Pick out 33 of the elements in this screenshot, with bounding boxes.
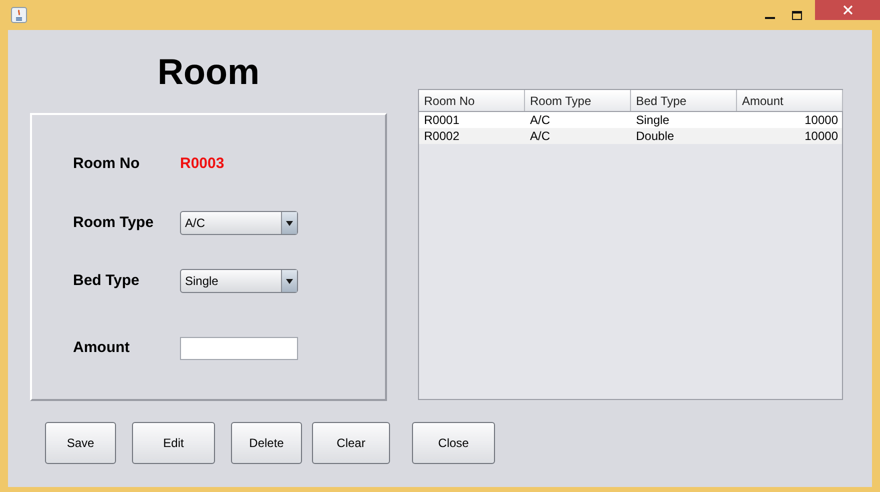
action-button[interactable]: Save: [45, 422, 116, 464]
column-header[interactable]: Room No: [419, 90, 525, 111]
close-icon: [842, 5, 852, 15]
table-cell-text: A/C: [529, 112, 552, 128]
close-button[interactable]: [815, 0, 880, 20]
table-cell-text: R0002: [423, 128, 460, 144]
column-header[interactable]: Amount: [737, 90, 843, 111]
column-header[interactable]: Bed Type: [631, 90, 737, 111]
input-field[interactable]: [180, 336, 298, 360]
table-cell-text: Double: [635, 128, 676, 144]
table-cell-text: A/C: [529, 128, 552, 144]
page-heading: Room: [158, 54, 260, 90]
table-cell-text: 10000: [804, 112, 839, 128]
field-label: Bed Type: [73, 270, 140, 291]
minimize-icon[interactable]: [765, 16, 775, 20]
action-button[interactable]: Clear: [312, 422, 390, 464]
dropdown[interactable]: A/C: [180, 211, 298, 235]
caret-icon: [286, 220, 293, 226]
table-cell-text: R0001: [423, 112, 460, 128]
action-button[interactable]: Edit: [132, 422, 215, 464]
field-label: Amount: [73, 338, 131, 358]
field-label: Room No: [73, 154, 141, 174]
table-cell-text: 10000: [804, 128, 839, 144]
java-app-icon[interactable]: [11, 7, 27, 23]
field-label: Room Type: [73, 212, 155, 233]
caret-icon: [286, 278, 293, 284]
dropdown[interactable]: Single: [180, 269, 298, 293]
column-header[interactable]: Room Type: [525, 90, 631, 111]
room-number-value: R0003: [180, 154, 224, 174]
maximize-icon[interactable]: [792, 10, 802, 20]
action-button[interactable]: Close: [412, 422, 495, 464]
table-cell-text: Single: [635, 112, 670, 128]
action-button[interactable]: Delete: [231, 422, 302, 464]
